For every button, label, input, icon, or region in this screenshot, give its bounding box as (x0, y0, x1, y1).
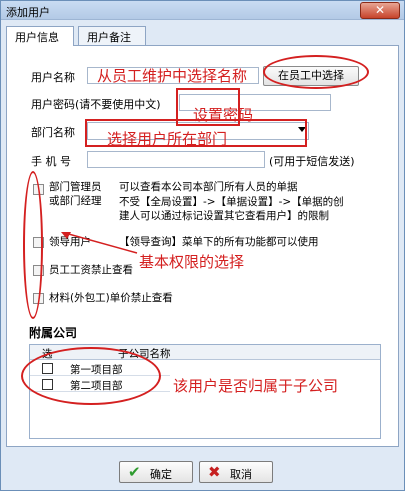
annotation-ellipse-pick (263, 55, 369, 89)
add-user-dialog: 添加用户 ✕ 用户信息 用户备注 用户名称 在员工中选择 用户密码(请不要使用中… (0, 0, 405, 491)
material-price-hidden-label: 材料(外包工)单价禁止查看 (49, 292, 173, 304)
dept-manager-desc-1: 可以查看本公司本部门所有人员的单据 (119, 181, 298, 193)
dept-manager-label-1: 部门管理员 (49, 181, 102, 193)
annotation-subsidiary: 该用户是否归属于子公司 (173, 377, 339, 395)
ok-button[interactable]: ✔ 确定 (119, 461, 193, 483)
annotation-arrow-icon (61, 232, 138, 254)
check-icon: ✔ (128, 463, 141, 481)
dept-manager-label-2: 或部门经理 (49, 195, 102, 207)
phone-hint: (可用于短信发送) (269, 155, 355, 168)
cancel-label: 取消 (230, 468, 252, 481)
cross-icon: ✖ (208, 463, 221, 481)
window-title: 添加用户 (6, 6, 50, 19)
annotation-basic-permissions: 基本权限的选择 (139, 253, 245, 271)
tab-user-info[interactable]: 用户信息 (6, 26, 74, 46)
dept-manager-desc-2: 不受【全局设置】->【单据设置】->【单据的创 (119, 196, 344, 208)
tab-user-notes[interactable]: 用户备注 (78, 26, 146, 45)
dept-manager-desc-3: 建人可以通过标记设置其它查看用户】的限制 (119, 210, 329, 222)
cancel-button[interactable]: ✖ 取消 (199, 461, 273, 483)
close-button[interactable]: ✕ (360, 2, 400, 19)
annotation-from-employee: 从员工维护中选择名称 (97, 67, 248, 85)
title-bar[interactable]: 添加用户 ✕ (1, 1, 404, 20)
department-label: 部门名称 (31, 126, 75, 139)
annotation-ellipse-grid (21, 347, 161, 405)
username-label: 用户名称 (31, 71, 75, 84)
salary-hidden-label: 员工工资禁止查看 (49, 264, 133, 276)
ok-label: 确定 (150, 468, 172, 481)
leader-user-desc: 【领导查询】菜单下的所有功能都可以使用 (119, 236, 319, 248)
annotation-select-department: 选择用户所在部门 (107, 130, 228, 148)
subsidiary-group-title: 附属公司 (29, 326, 78, 340)
annotation-ellipse-checkboxes (23, 171, 43, 319)
phone-label: 手 机 号 (31, 155, 71, 168)
password-label: 用户密码(请不要使用中文) (31, 98, 161, 111)
phone-input[interactable] (87, 151, 265, 168)
